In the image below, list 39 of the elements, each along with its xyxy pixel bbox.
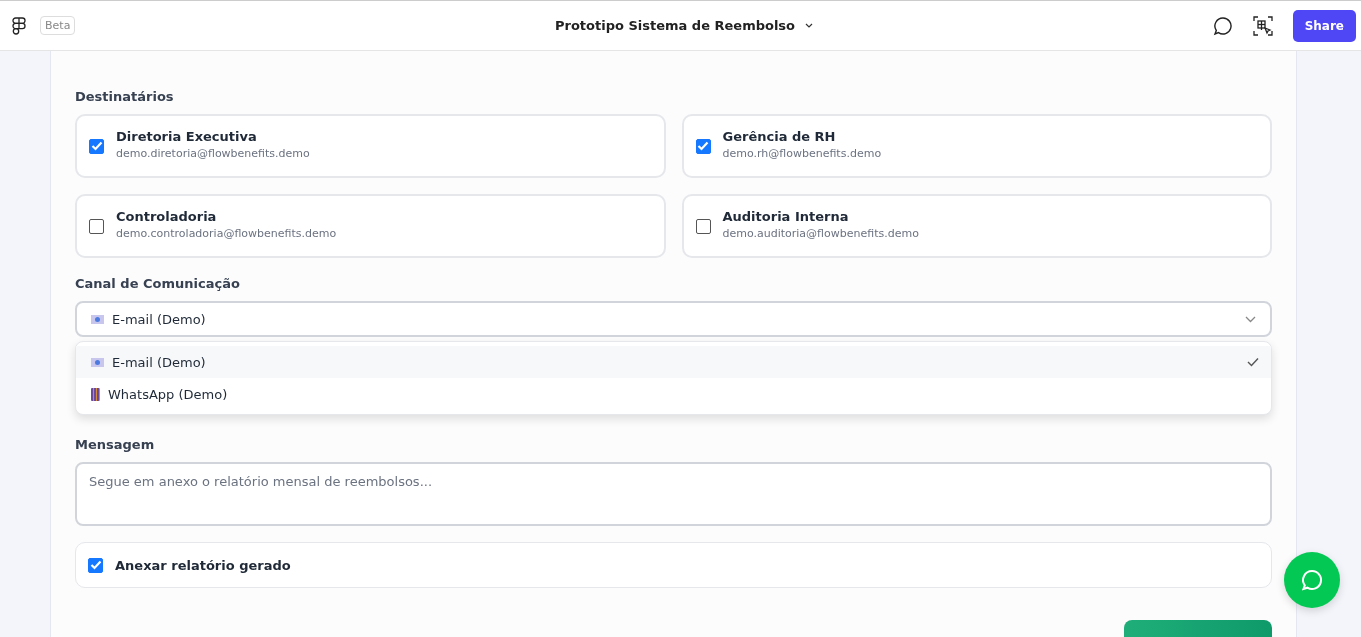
chevron-down-icon — [1245, 315, 1256, 323]
checkbox[interactable] — [89, 218, 104, 234]
recipient-email: demo.auditoria@flowbenefits.demo — [722, 226, 919, 240]
figma-logo-icon[interactable] — [12, 16, 26, 35]
dropdown-option[interactable]: E-mail (Demo) — [76, 346, 1271, 378]
recipient-email: demo.rh@flowbenefits.demo — [722, 146, 882, 160]
recipient-name: Controladoria — [116, 208, 218, 224]
recipient-name: Auditoria Interna — [722, 208, 850, 224]
recipient-email: demo.controladoria@flowbenefits.demo — [116, 226, 337, 240]
chat-icon — [1300, 568, 1324, 592]
beta-badge: Beta — [40, 16, 76, 35]
section-label: Destinatários — [75, 89, 175, 104]
email-icon — [91, 314, 104, 324]
share-button[interactable]: Share — [1292, 9, 1356, 42]
checkbox[interactable] — [695, 218, 711, 234]
channel-select[interactable]: E-mail (Demo) — [75, 301, 1272, 337]
recipient-card[interactable]: Auditoria Interna demo.auditoria@flowbenefits.demo — [681, 194, 1272, 258]
phone-icon — [91, 387, 100, 401]
attach-label: Anexar relatório gerado — [115, 557, 291, 573]
checkbox[interactable] — [89, 138, 104, 154]
dev-mode-icon[interactable] — [1252, 15, 1273, 36]
message-field[interactable]: Segue em anexo o relatório mensal de reembolsos... — [75, 462, 1272, 526]
attach-option[interactable]: Anexar relatório gerado — [75, 542, 1272, 588]
recipient-card[interactable]: Diretoria Executiva demo.diretoria@flowbenefits.demo — [75, 114, 666, 178]
checkbox[interactable] — [88, 557, 103, 573]
section-label: Mensagem — [75, 437, 156, 452]
recipient-name: Diretoria Executiva — [116, 128, 258, 144]
checkbox[interactable] — [695, 138, 711, 154]
recipient-name: Gerência de RH — [722, 128, 837, 144]
checkmark-icon — [1247, 357, 1259, 367]
section-label: Canal de Comunicação — [75, 276, 241, 291]
caret-icon — [805, 23, 814, 28]
email-icon — [91, 357, 104, 367]
dropdown-option[interactable]: WhatsApp (Demo) — [76, 378, 1271, 410]
recipient-email: demo.diretoria@flowbenefits.demo — [116, 146, 310, 160]
recipient-card[interactable]: Gerência de RH demo.rh@flowbenefits.demo — [681, 114, 1272, 178]
recipient-card[interactable]: Controladoria demo.controladoria@flowbenefits.demo — [75, 194, 666, 258]
comment-icon[interactable] — [1212, 15, 1233, 36]
file-title[interactable]: Prototipo Sistema de Reembolso — [548, 17, 820, 34]
